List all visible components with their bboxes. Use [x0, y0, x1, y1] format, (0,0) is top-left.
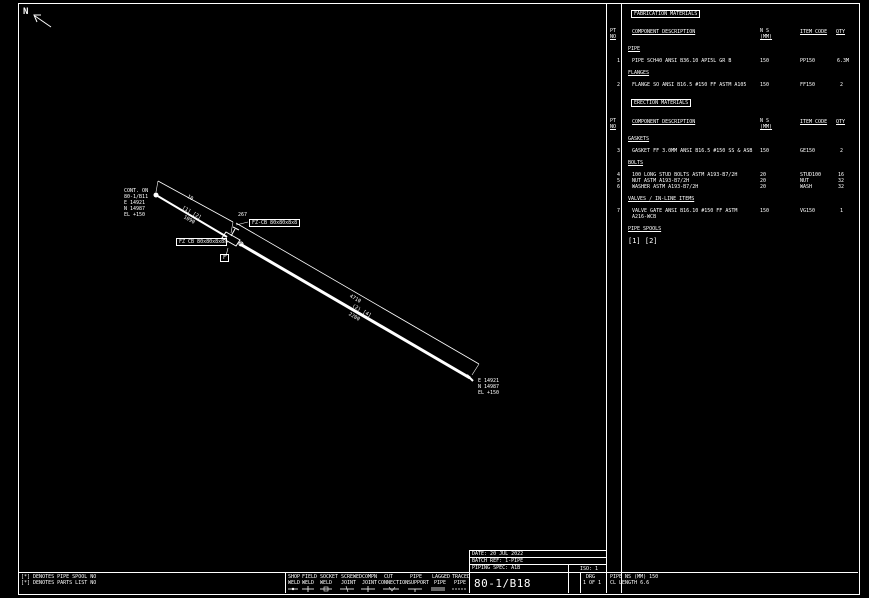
row-3-pt: 3: [617, 148, 621, 154]
row-1-ns: 150: [760, 58, 770, 64]
frame-divider-2: [621, 3, 622, 593]
row-7-code: VG150: [800, 208, 816, 214]
sec-gaskets: GASKETS: [628, 136, 650, 142]
col-item-2: ITEM CODE: [800, 119, 828, 125]
sec-pipe: PIPE: [628, 46, 641, 52]
col-item: ITEM CODE: [800, 29, 828, 35]
col-ns-unit: (MM): [760, 34, 773, 40]
row-6-qty: 32: [838, 184, 845, 190]
sec-flanges: FLANGES: [628, 70, 650, 76]
row-1-pt: 1: [617, 58, 621, 64]
row-6-desc: WASHER ASTM A193-B7/2H: [632, 184, 699, 190]
row-7-ns: 150: [760, 208, 770, 214]
col-desc-2: COMPONENT DESCRIPTION: [632, 119, 696, 125]
end-line-3: EL +150: [478, 390, 500, 396]
cl-length: CL LENGTH 6.6: [610, 580, 650, 586]
sec-valves: VALVES / IN-LINE ITEMS: [628, 196, 695, 202]
row-3-ns: 150: [760, 148, 770, 154]
row-1-code: PP150: [800, 58, 816, 64]
erection-header: ERECTION MATERIALS: [631, 99, 692, 107]
row-1-desc: PIPE SCH40 ANSI B36.10 API5L GR B: [632, 58, 732, 64]
drg-value: 1 OF 1: [583, 580, 602, 586]
col-ns-unit-2: (MM): [760, 124, 773, 130]
row-6-code: WASH: [800, 184, 813, 190]
note-parts: [*] DENOTES PARTS LIST NO: [21, 580, 97, 586]
row-7-desc2: A216-WCB: [632, 214, 657, 220]
row-3-desc: GASKET FF 3.0MM ANSI B16.5 #150 SS & ASB: [632, 148, 753, 154]
row-1-qty: 6.3M: [837, 58, 850, 64]
row-2-ns: 150: [760, 82, 770, 88]
sec-spools: PIPE SPOOLS: [628, 226, 662, 232]
sec-bolts: BOLTS: [628, 160, 644, 166]
isometric-drawing: [153, 180, 480, 382]
row-2-desc: FLANGE SO ANSI B16.5 #150 FF ASTM A105: [632, 82, 747, 88]
legend-symbols: [288, 586, 466, 592]
footer-divider: [18, 572, 858, 573]
start-point: [153, 192, 159, 198]
iso-label: ISO: 1: [580, 566, 599, 572]
row-3-qty: 2: [840, 148, 844, 154]
support-flag-1: FZ-CB 80x80x8x8: [249, 219, 301, 227]
dim-line-2: [235, 222, 480, 365]
row-7-pt: 7: [617, 208, 621, 214]
col-no: NO: [610, 34, 617, 40]
row-2-pt: 2: [617, 82, 621, 88]
row-7-qty: 1: [840, 208, 844, 214]
col-qty-2: QTY: [836, 119, 846, 125]
col-desc: COMPONENT DESCRIPTION: [632, 29, 696, 35]
angle-label: 267: [238, 212, 248, 218]
row-2-code: FF150: [800, 82, 816, 88]
pipe-number: 80-1/B18: [474, 577, 531, 590]
row-2-qty: 2: [840, 82, 844, 88]
spec-label: PIPING SPEC: A1B: [472, 565, 521, 571]
spool-list: [1] [2]: [628, 237, 658, 245]
support-flag-2: FZ CB 80x80x8x8: [176, 238, 228, 246]
frame-divider-1: [606, 3, 607, 593]
row-6-ns: 20: [760, 184, 767, 190]
start-line-5: EL +150: [124, 212, 146, 218]
date-label: DATE: 20 JUL 2022: [472, 551, 524, 557]
col-no-2: NO: [610, 124, 617, 130]
fabrication-header: FABRICATION MATERIALS: [631, 10, 701, 18]
col-qty: QTY: [836, 29, 846, 35]
weld-tag: F: [220, 254, 230, 262]
batch-label: BATCH REF: 1-PIPE: [472, 558, 524, 564]
row-3-code: GE150: [800, 148, 816, 154]
row-6-pt: 6: [617, 184, 621, 190]
